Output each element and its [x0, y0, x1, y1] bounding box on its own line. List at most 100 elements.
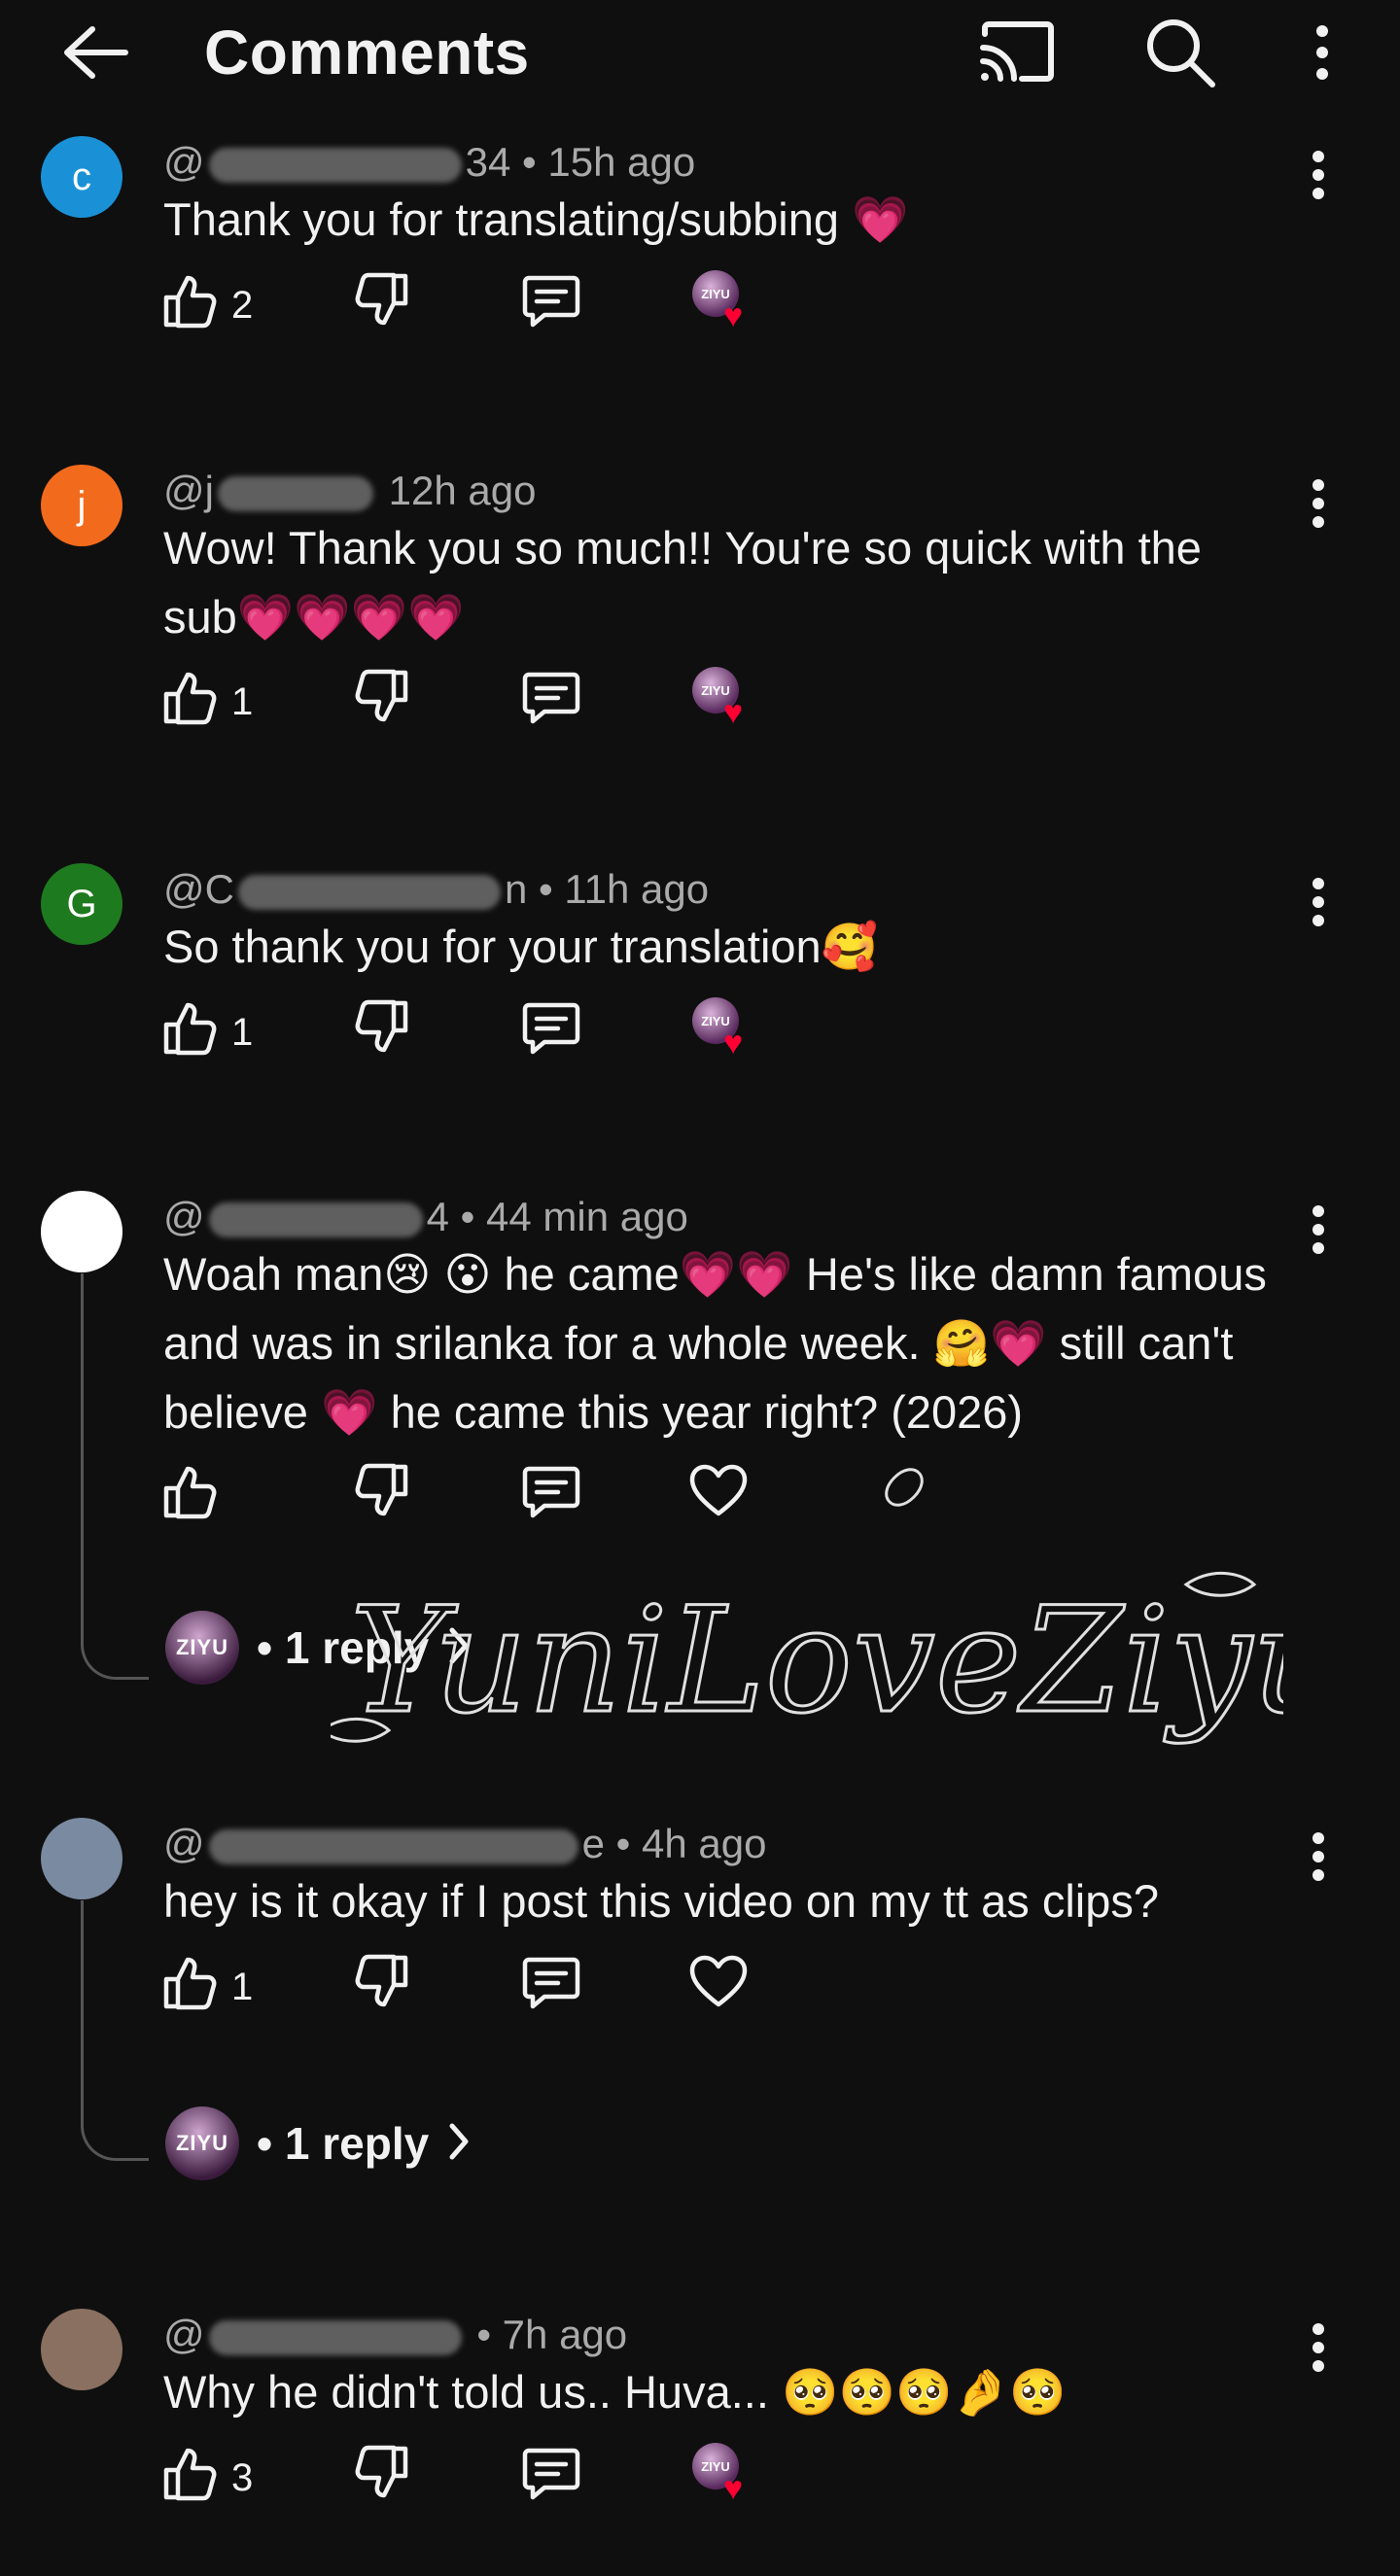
comment-more-icon[interactable]: [1299, 873, 1338, 931]
comment-meta: @34 • 15h ago: [163, 138, 695, 187]
reply-icon: [521, 272, 581, 338]
heart-icon: ♥: [723, 2470, 744, 2507]
reply-avatar: ZIYU: [165, 2106, 239, 2180]
like-count: 3: [231, 2455, 254, 2499]
comment-more-icon[interactable]: [1299, 1828, 1338, 1886]
handle-redaction: [208, 2319, 462, 2355]
like-count: 1: [231, 679, 254, 723]
comment-more-icon[interactable]: [1299, 2318, 1338, 2377]
dislike-button[interactable]: [354, 669, 410, 735]
avatar-letter: G: [66, 882, 97, 925]
reply-button[interactable]: [521, 2445, 581, 2511]
comment-time: • 15h ago: [522, 139, 696, 185]
comment-meta: @ e • 4h ago: [163, 1820, 767, 1868]
comment-handle[interactable]: @: [163, 2312, 466, 2357]
like-button[interactable]: 3: [161, 2445, 253, 2511]
handle-prefix: @: [163, 139, 205, 185]
heart-icon: ♥: [723, 694, 744, 731]
comment-more-icon[interactable]: [1299, 1201, 1338, 1259]
comment-handle[interactable]: @j: [163, 468, 377, 513]
reply-icon: [521, 1463, 581, 1529]
reply-button[interactable]: [521, 999, 581, 1065]
replies-toggle[interactable]: ZIYU • 1 reply: [165, 2106, 472, 2180]
thread-curve: [81, 2122, 149, 2161]
heart-button[interactable]: [688, 1463, 749, 1527]
commenter-avatar[interactable]: [41, 2309, 122, 2390]
handle-prefix: @C: [163, 866, 234, 912]
more-vert-icon[interactable]: [1293, 14, 1351, 91]
like-button[interactable]: 1: [161, 1954, 253, 2020]
reply-button[interactable]: [521, 669, 581, 735]
heart-icon: ♥: [723, 1025, 744, 1062]
like-count: 1: [231, 1965, 254, 2008]
comment-meta: @C n • 11h ago: [163, 865, 709, 914]
comment-time: • 4h ago: [615, 1821, 767, 1866]
like-button[interactable]: [161, 1463, 231, 1529]
heart-icon: ♥: [723, 297, 744, 334]
reply-avatar-label: ZIYU: [175, 2131, 229, 2155]
comment-handle[interactable]: @ e: [163, 1821, 605, 1866]
commenter-avatar[interactable]: [41, 1818, 122, 1899]
commenter-avatar[interactable]: j: [41, 465, 122, 546]
reply-button[interactable]: [521, 272, 581, 338]
watermark: YuniLoveZiyu: [331, 1468, 1283, 1748]
creator-heart-badge: ZIYU ♥: [692, 2443, 756, 2507]
handle-prefix: @j: [163, 468, 214, 513]
comment-meta: @j 12h ago: [163, 467, 536, 515]
handle-redaction: [208, 1828, 578, 1864]
heart-icon: [688, 1954, 749, 2018]
handle-suffix: 4: [426, 1194, 449, 1239]
dislike-button[interactable]: [354, 272, 410, 338]
reply-icon: [521, 1954, 581, 2020]
reply-count: • 1 reply: [257, 1622, 430, 1673]
search-icon[interactable]: [1139, 12, 1221, 93]
comment-handle[interactable]: @C n: [163, 866, 527, 912]
like-button[interactable]: 2: [161, 272, 253, 338]
dislike-button[interactable]: [354, 1463, 410, 1529]
commenter-avatar[interactable]: G: [41, 863, 122, 945]
dislike-button[interactable]: [354, 1954, 410, 2020]
handle-suffix: n: [504, 866, 528, 912]
like-count: 2: [231, 283, 254, 327]
reply-button[interactable]: [521, 1463, 581, 1529]
commenter-avatar[interactable]: [41, 1191, 122, 1272]
comment-text: Why he didn't told us.. Huva... 🥺🥺🥺🤌🥺: [163, 2366, 1067, 2418]
comment-more-icon[interactable]: [1299, 474, 1338, 533]
like-count: 1: [231, 1010, 254, 1054]
commenter-avatar[interactable]: c: [41, 136, 122, 218]
thread-line: [81, 1900, 84, 2124]
comment-handle[interactable]: @4: [163, 1194, 449, 1239]
comment-more-icon[interactable]: [1299, 146, 1338, 204]
comment-text: hey is it okay if I post this video on m…: [163, 1875, 1159, 1927]
cast-icon[interactable]: [974, 14, 1062, 91]
comment-handle[interactable]: @34: [163, 139, 510, 185]
top-app-bar: Comments: [0, 0, 1400, 105]
dislike-button[interactable]: [354, 999, 410, 1065]
like-button[interactable]: 1: [161, 669, 253, 735]
thumb-up-icon: [161, 1954, 218, 2020]
handle-redaction: [208, 147, 462, 183]
thumb-down-icon: [354, 2445, 410, 2511]
comment-time: 12h ago: [388, 468, 537, 513]
page-title: Comments: [204, 17, 530, 87]
thumb-up-icon: [161, 669, 218, 735]
back-arrow-icon[interactable]: [56, 14, 134, 91]
reply-button[interactable]: [521, 1954, 581, 2020]
handle-suffix: 34: [465, 139, 511, 185]
avatar-letter: j: [77, 483, 87, 527]
creator-heart-badge: ZIYU ♥: [692, 997, 756, 1062]
heart-icon: [688, 1463, 749, 1527]
thumb-down-icon: [354, 272, 410, 338]
dislike-button[interactable]: [354, 2445, 410, 2511]
like-button[interactable]: 1: [161, 999, 253, 1065]
handle-prefix: @: [163, 2312, 205, 2357]
heart-button[interactable]: [688, 1954, 749, 2018]
replies-toggle[interactable]: ZIYU • 1 reply: [165, 1611, 472, 1685]
thumb-up-icon: [161, 1463, 218, 1529]
reply-avatar-label: ZIYU: [175, 1635, 229, 1659]
comment-text: Woah man😢 😮 he came💗💗 He's like damn fam…: [163, 1248, 1267, 1438]
comment-text: Thank you for translating/subbing 💗: [163, 193, 909, 245]
reply-count: • 1 reply: [257, 2118, 430, 2169]
comment-time: • 7h ago: [476, 2312, 628, 2357]
reply-icon: [521, 2445, 581, 2511]
